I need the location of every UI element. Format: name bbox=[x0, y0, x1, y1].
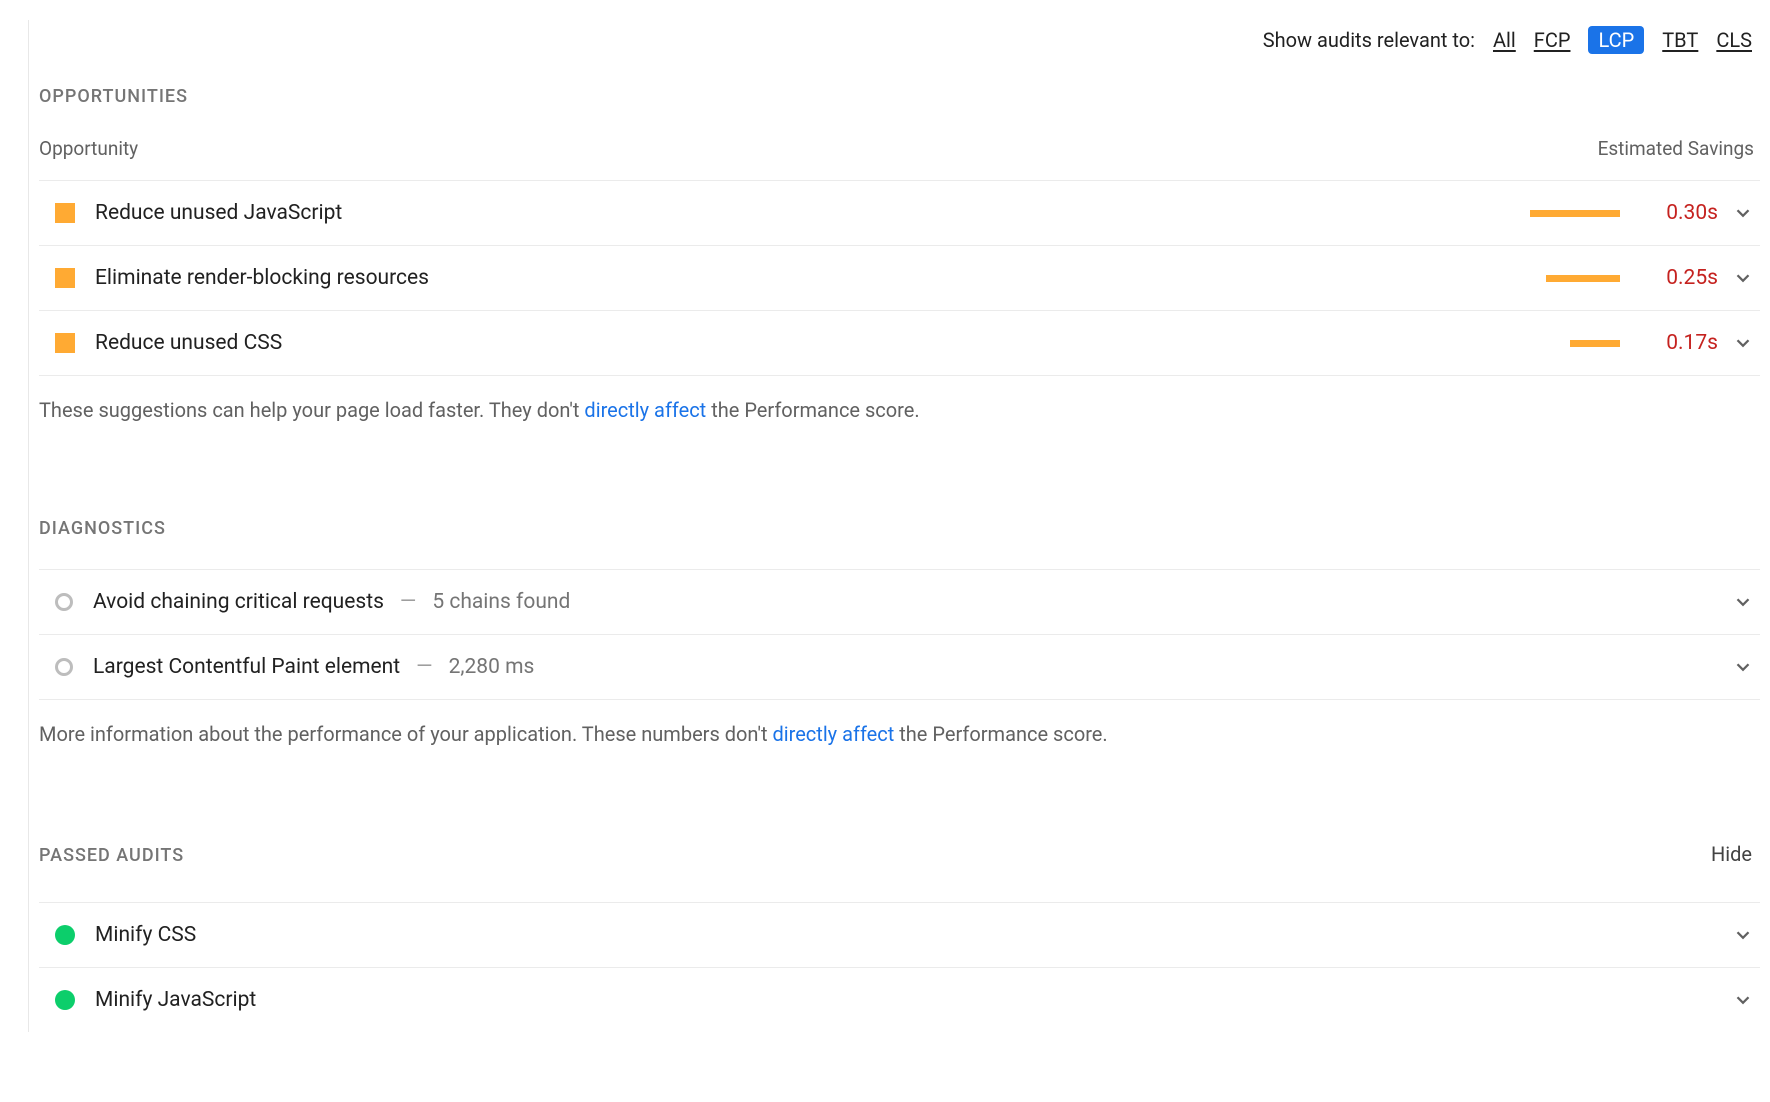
diagnostic-title: Avoid chaining critical requests bbox=[93, 590, 384, 614]
filter-lcp[interactable]: LCP bbox=[1588, 26, 1644, 54]
opportunity-title: Reduce unused JavaScript bbox=[95, 201, 1500, 225]
opportunities-note: These suggestions can help your page loa… bbox=[39, 376, 1760, 422]
opportunities-section: OPPORTUNITIES Opportunity Estimated Savi… bbox=[39, 86, 1760, 422]
filter-fcp[interactable]: FCP bbox=[1534, 28, 1571, 52]
opportunities-heading: OPPORTUNITIES bbox=[39, 86, 1760, 107]
filter-all[interactable]: All bbox=[1493, 28, 1516, 52]
square-average-icon bbox=[55, 333, 75, 353]
chevron-down-icon bbox=[1732, 202, 1754, 224]
opportunity-row[interactable]: Reduce unused CSS 0.17s bbox=[39, 311, 1760, 376]
separator: — bbox=[400, 590, 416, 614]
circle-info-icon bbox=[55, 593, 73, 611]
col-opportunity: Opportunity bbox=[39, 137, 138, 160]
chevron-down-icon bbox=[1732, 591, 1754, 613]
opportunity-title: Eliminate render-blocking resources bbox=[95, 266, 1500, 290]
square-average-icon bbox=[55, 268, 75, 288]
passed-row[interactable]: Minify CSS bbox=[39, 902, 1760, 968]
savings-bar bbox=[1500, 275, 1620, 282]
diagnostics-section: DIAGNOSTICS Avoid chaining critical requ… bbox=[39, 518, 1760, 746]
audit-filter-row: Show audits relevant to: All FCP LCP TBT… bbox=[39, 20, 1760, 86]
chevron-down-icon bbox=[1732, 267, 1754, 289]
diagnostic-row[interactable]: Largest Contentful Paint element — 2,280… bbox=[39, 635, 1760, 700]
directly-affect-link[interactable]: directly affect bbox=[584, 398, 706, 422]
diagnostic-row[interactable]: Avoid chaining critical requests — 5 cha… bbox=[39, 569, 1760, 635]
directly-affect-link[interactable]: directly affect bbox=[772, 722, 894, 746]
dot-pass-icon bbox=[55, 990, 75, 1010]
separator: — bbox=[416, 655, 432, 679]
square-average-icon bbox=[55, 203, 75, 223]
dot-pass-icon bbox=[55, 925, 75, 945]
diagnostic-detail: 5 chains found bbox=[432, 590, 570, 614]
diagnostic-title: Largest Contentful Paint element bbox=[93, 655, 400, 679]
filter-label: Show audits relevant to: bbox=[1263, 28, 1475, 52]
opportunity-row[interactable]: Reduce unused JavaScript 0.30s bbox=[39, 181, 1760, 246]
opportunity-title: Reduce unused CSS bbox=[95, 331, 1500, 355]
opportunity-row[interactable]: Eliminate render-blocking resources 0.25… bbox=[39, 246, 1760, 311]
savings-bar bbox=[1500, 210, 1620, 217]
savings-value: 0.25s bbox=[1648, 266, 1718, 290]
hide-passed-button[interactable]: Hide bbox=[1711, 842, 1752, 866]
savings-value: 0.17s bbox=[1648, 331, 1718, 355]
diagnostics-heading: DIAGNOSTICS bbox=[39, 518, 1760, 539]
col-savings: Estimated Savings bbox=[1598, 137, 1754, 160]
filter-tbt[interactable]: TBT bbox=[1662, 28, 1698, 52]
passed-audits-section: PASSED AUDITS Hide Minify CSS Minify Jav… bbox=[39, 842, 1760, 1032]
chevron-down-icon bbox=[1732, 989, 1754, 1011]
circle-info-icon bbox=[55, 658, 73, 676]
diagnostics-note: More information about the performance o… bbox=[39, 700, 1760, 746]
filter-cls[interactable]: CLS bbox=[1716, 28, 1752, 52]
chevron-down-icon bbox=[1732, 332, 1754, 354]
diagnostic-detail: 2,280 ms bbox=[449, 655, 535, 679]
passed-title: Minify CSS bbox=[95, 923, 1732, 947]
chevron-down-icon bbox=[1732, 656, 1754, 678]
savings-bar bbox=[1500, 340, 1620, 347]
passed-audits-heading: PASSED AUDITS bbox=[39, 845, 184, 866]
opportunities-columns: Opportunity Estimated Savings bbox=[39, 137, 1760, 181]
savings-value: 0.30s bbox=[1648, 201, 1718, 225]
passed-title: Minify JavaScript bbox=[95, 988, 1732, 1012]
passed-row[interactable]: Minify JavaScript bbox=[39, 968, 1760, 1032]
chevron-down-icon bbox=[1732, 924, 1754, 946]
